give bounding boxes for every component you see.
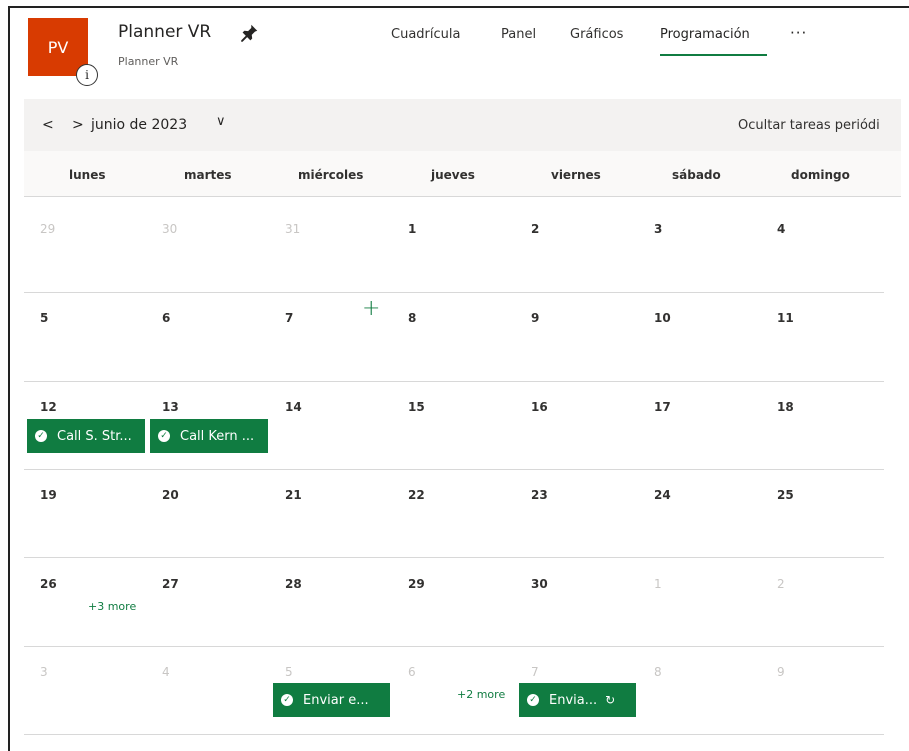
month-label[interactable]: junio de 2023 [91,117,187,133]
day-cell[interactable]: 4 [162,665,170,679]
day-cell[interactable]: 3 [654,222,662,236]
chevron-down-icon[interactable]: ∨ [216,114,226,129]
week-divider [24,381,884,382]
day-cell[interactable]: 1 [654,577,662,591]
day-cell[interactable]: 29 [408,577,425,591]
more-options-icon[interactable]: ··· [790,24,807,42]
more-tasks-link[interactable]: +2 more [457,688,505,701]
day-cell[interactable]: 4 [777,222,785,236]
day-cell[interactable]: 7 [531,665,539,679]
day-cell[interactable]: 22 [408,488,425,502]
tab-graficos[interactable]: Gráficos [570,27,623,42]
day-cell[interactable]: 5 [285,665,293,679]
task-title: Call S. Str... [57,428,132,444]
weekday-thursday: jueves [431,168,475,182]
task-title: Envia... [549,692,598,708]
day-cell[interactable]: 9 [777,665,785,679]
pin-icon[interactable] [238,22,260,44]
weekday-tuesday: martes [184,168,232,182]
day-cell[interactable]: 8 [654,665,662,679]
more-tasks-link[interactable]: +3 more [88,600,136,613]
info-glyph: i [85,68,89,82]
day-cell[interactable]: 31 [285,222,300,236]
day-cell[interactable]: 24 [654,488,671,502]
task-chip[interactable]: ✓ Envia... ↻ [519,683,636,717]
day-cell[interactable]: 3 [40,665,48,679]
day-cell[interactable]: 21 [285,488,302,502]
weekday-monday: lunes [69,168,106,182]
info-icon[interactable]: i [76,64,98,86]
day-cell[interactable]: 25 [777,488,794,502]
check-icon: ✓ [158,430,170,442]
chevron-left-icon[interactable]: < [42,117,54,133]
active-tab-indicator [660,54,767,56]
weekday-friday: viernes [551,168,601,182]
week-divider [24,646,884,647]
day-cell[interactable]: 20 [162,488,179,502]
day-cell[interactable]: 9 [531,311,539,325]
task-chip[interactable]: ✓ Call S. Str... [27,419,145,453]
task-title: Call Kern ... [180,428,255,444]
check-icon: ✓ [35,430,47,442]
task-title: Enviar e... [303,692,369,708]
day-cell[interactable]: 12 [40,400,57,414]
day-cell[interactable]: 7 [285,311,293,325]
week-divider [24,557,884,558]
day-cell[interactable]: 5 [40,311,48,325]
repeat-icon: ↻ [605,693,616,707]
day-cell[interactable]: 23 [531,488,548,502]
week-divider [24,292,884,293]
day-cell[interactable]: 16 [531,400,548,414]
day-cell[interactable]: 27 [162,577,179,591]
plan-title: Planner VR [118,22,212,42]
tab-panel[interactable]: Panel [501,27,536,42]
task-chip[interactable]: ✓ Call Kern ... [150,419,268,453]
avatar-initials: PV [47,37,69,57]
check-icon: ✓ [527,694,539,706]
hide-recurring-tasks-button[interactable]: Ocultar tareas periódi [738,118,880,133]
weekday-sunday: domingo [791,168,850,182]
day-cell[interactable]: 13 [162,400,179,414]
day-cell[interactable]: 2 [531,222,539,236]
weekday-wednesday: miércoles [298,168,364,182]
day-cell[interactable]: 29 [40,222,55,236]
day-cell[interactable]: 2 [777,577,785,591]
day-cell[interactable]: 10 [654,311,671,325]
day-cell[interactable]: 15 [408,400,425,414]
tab-programacion[interactable]: Programación [660,27,750,42]
day-cell[interactable]: 1 [408,222,416,236]
day-cell[interactable]: 8 [408,311,416,325]
day-cell[interactable]: 19 [40,488,57,502]
day-cell[interactable]: 11 [777,311,794,325]
weekday-saturday: sábado [672,168,721,182]
week-divider [24,734,884,735]
day-cell[interactable]: 6 [162,311,170,325]
day-cell[interactable]: 30 [162,222,177,236]
task-chip[interactable]: ✓ Enviar e... [273,683,390,717]
day-cell[interactable]: 6 [408,665,416,679]
plan-subtitle: Planner VR [118,55,179,68]
day-cell[interactable]: 17 [654,400,671,414]
day-cell[interactable]: 14 [285,400,302,414]
day-cell[interactable]: 28 [285,577,302,591]
add-task-icon[interactable]: + [362,298,380,320]
check-icon: ✓ [281,694,293,706]
week-divider [24,469,884,470]
day-cell[interactable]: 26 [40,577,57,591]
day-cell[interactable]: 18 [777,400,794,414]
chevron-right-icon[interactable]: > [72,117,84,133]
day-cell[interactable]: 30 [531,577,548,591]
tab-cuadricula[interactable]: Cuadrícula [391,27,460,42]
